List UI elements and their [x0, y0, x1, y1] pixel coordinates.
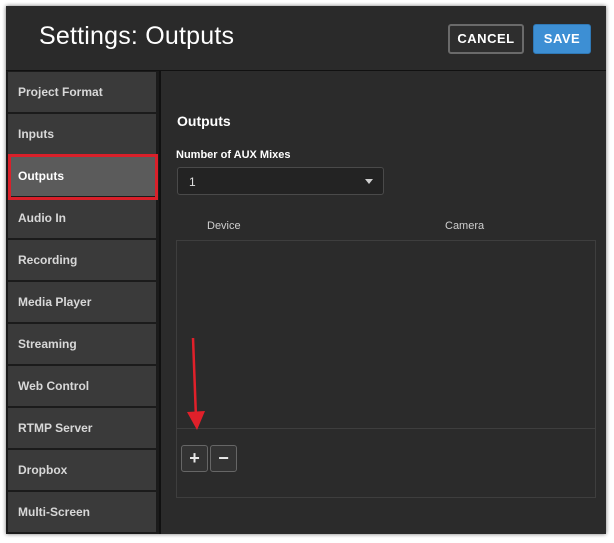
sidebar-item-multi-screen[interactable]: Multi-Screen — [8, 492, 158, 532]
section-title: Outputs — [177, 113, 231, 129]
sidebar-item-web-control[interactable]: Web Control — [8, 366, 158, 406]
aux-mixes-select[interactable]: 1 — [177, 167, 384, 195]
outputs-panel: Outputs Number of AUX Mixes 1 Device Cam… — [161, 71, 606, 534]
sidebar-item-inputs[interactable]: Inputs — [8, 114, 158, 154]
settings-sidebar: Project Format Inputs Outputs Audio In R… — [8, 72, 160, 534]
aux-mixes-label: Number of AUX Mixes — [176, 149, 291, 161]
sidebar-item-recording[interactable]: Recording — [8, 240, 158, 280]
save-button[interactable]: SAVE — [533, 24, 591, 54]
settings-window: Settings: Outputs CANCEL SAVE Project Fo… — [6, 6, 606, 534]
aux-mixes-value: 1 — [189, 175, 196, 189]
outputs-table — [176, 240, 596, 498]
sidebar-item-rtmp-server[interactable]: RTMP Server — [8, 408, 158, 448]
sidebar-item-dropbox[interactable]: Dropbox — [8, 450, 158, 490]
remove-output-button[interactable]: − — [210, 445, 237, 472]
sidebar-item-project-format[interactable]: Project Format — [8, 72, 158, 112]
table-footer-divider — [177, 428, 595, 429]
sidebar-item-audio-in[interactable]: Audio In — [8, 198, 158, 238]
add-output-button[interactable]: + — [181, 445, 208, 472]
sidebar-item-outputs[interactable]: Outputs — [8, 156, 158, 196]
column-header-device: Device — [207, 220, 241, 232]
header-bar: Settings: Outputs CANCEL SAVE — [6, 6, 606, 71]
chevron-down-icon — [365, 179, 373, 184]
sidebar-item-media-player[interactable]: Media Player — [8, 282, 158, 322]
column-header-camera: Camera — [445, 220, 485, 232]
sidebar-item-streaming[interactable]: Streaming — [8, 324, 158, 364]
page-title: Settings: Outputs — [39, 22, 235, 50]
cancel-button[interactable]: CANCEL — [448, 24, 524, 54]
